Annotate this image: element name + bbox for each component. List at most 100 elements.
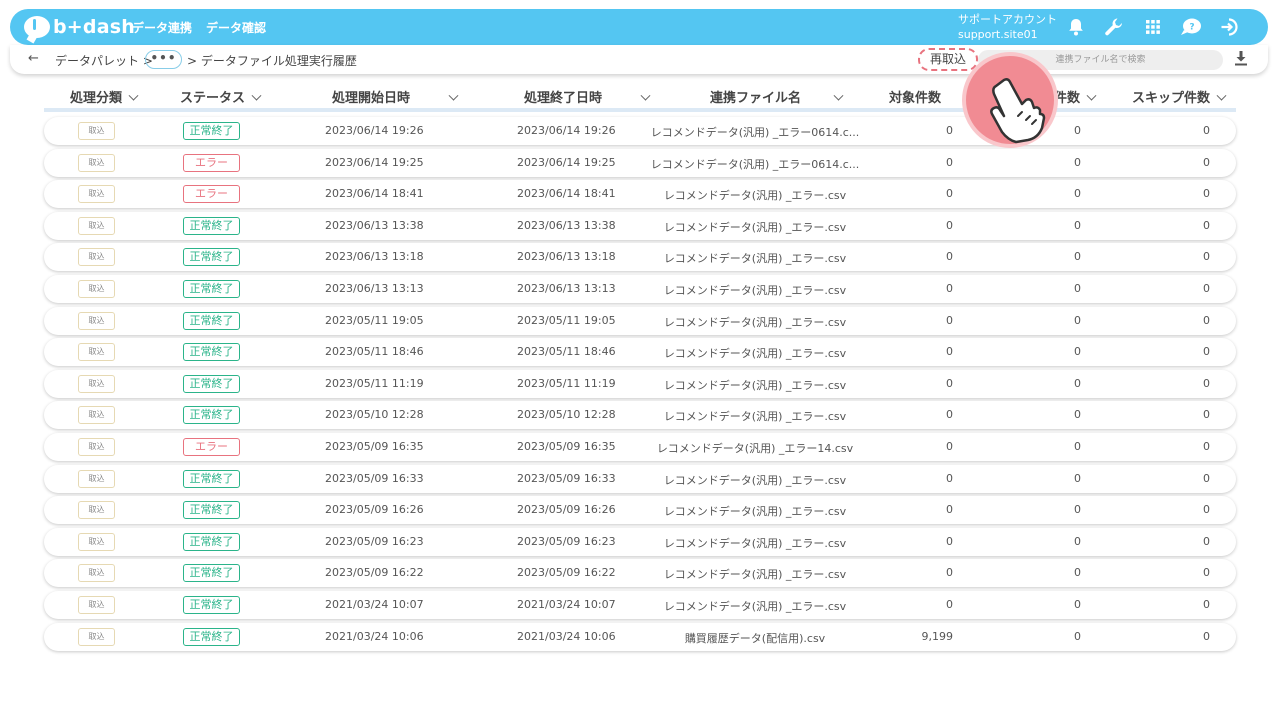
column-header-file-name[interactable]: 連携ファイル名 <box>710 87 844 106</box>
column-header-count[interactable]: 件数 <box>1054 87 1097 106</box>
process-type-badge: 取込 <box>78 122 115 140</box>
count-cell: 0 <box>1074 629 1081 643</box>
status-badge: 正常終了 <box>183 280 240 298</box>
table-row[interactable]: 取込 エラー 2023/06/14 18:41 2023/06/14 18:41 レコメ… <box>44 180 1236 209</box>
download-icon[interactable] <box>1234 50 1250 68</box>
nav-data-integration[interactable]: データ連携 <box>132 19 192 36</box>
end-time-cell: 2023/06/14 19:26 <box>517 124 616 137</box>
target-count-cell: 0 <box>946 155 953 169</box>
skip-count-cell: 0 <box>1203 566 1210 580</box>
target-count-cell: 0 <box>946 250 953 264</box>
back-arrow-icon[interactable]: ← <box>28 51 39 66</box>
count-cell: 0 <box>1074 282 1081 295</box>
target-count-cell: 0 <box>946 124 953 137</box>
process-type-badge: 取込 <box>78 280 115 298</box>
start-time-cell: 2023/05/09 16:26 <box>325 503 424 517</box>
skip-count-cell: 0 <box>1203 218 1210 232</box>
logout-icon[interactable] <box>1218 15 1242 39</box>
process-type-badge: 取込 <box>78 627 115 646</box>
chevron-down-icon <box>640 90 651 101</box>
hand-pointer-icon <box>962 52 1058 148</box>
skip-count-cell: 0 <box>1203 471 1210 485</box>
chat-icon[interactable]: ? <box>1179 15 1203 39</box>
count-cell: 0 <box>1074 218 1081 232</box>
account-name: サポートアカウント <box>958 13 1057 26</box>
count-cell: 0 <box>1074 503 1081 517</box>
table-row[interactable]: 取込 正常終了 2021/03/24 10:07 2021/03/24 10:07 レコ… <box>44 591 1236 619</box>
end-time-cell: 2023/06/13 13:18 <box>517 250 616 264</box>
status-badge: エラー <box>183 438 240 456</box>
skip-count-cell: 0 <box>1203 124 1210 137</box>
logo-bubble-icon <box>24 16 50 38</box>
table-row[interactable]: 取込 正常終了 2023/05/11 18:46 2023/05/11 18:46 レコ… <box>44 338 1236 367</box>
breadcrumb-more-button[interactable]: ••• <box>145 50 182 69</box>
start-time-cell: 2023/06/13 13:18 <box>325 250 424 264</box>
table-row[interactable]: 取込 正常終了 2023/06/13 13:38 2023/06/13 13:38 レコ… <box>44 211 1236 240</box>
status-badge: 正常終了 <box>183 627 240 646</box>
app-logo[interactable]: b+dash <box>24 15 135 39</box>
grid-icon[interactable] <box>1141 15 1165 39</box>
chevron-down-icon <box>251 90 262 101</box>
top-navigation-bar: b+dash データ連携 データ確認 サポートアカウント support.sit… <box>10 9 1268 45</box>
table-row[interactable]: 取込 エラー 2023/06/14 19:25 2023/06/14 19:25 レコメ… <box>44 148 1236 177</box>
nav-data-check[interactable]: データ確認 <box>206 19 266 36</box>
start-time-cell: 2023/05/09 16:22 <box>325 566 424 580</box>
skip-count-cell: 0 <box>1203 313 1210 327</box>
count-cell: 0 <box>1074 566 1081 580</box>
count-cell: 0 <box>1074 598 1081 611</box>
target-count-cell: 0 <box>946 282 953 295</box>
table-row[interactable]: 取込 エラー 2023/05/09 16:35 2023/05/09 16:35 レコメ… <box>44 433 1236 461</box>
wrench-icon[interactable] <box>1102 15 1126 39</box>
process-type-badge: 取込 <box>78 438 115 456</box>
file-name-cell: レコメンドデータ(汎用) _エラー.csv <box>663 189 847 203</box>
process-type-badge: 取込 <box>78 564 115 583</box>
table-row[interactable]: 取込 正常終了 2023/05/11 19:05 2023/05/11 19:05 レコ… <box>44 306 1236 335</box>
start-time-cell: 2021/03/24 10:07 <box>325 598 424 611</box>
table-row[interactable]: 取込 正常終了 2021/03/24 10:06 2021/03/24 10:06 購買… <box>44 622 1236 651</box>
file-name-cell: レコメンドデータ(汎用) _エラー14.csv <box>656 442 854 455</box>
file-name-cell: レコメンドデータ(汎用) _エラー0614.c... <box>650 126 860 139</box>
count-cell: 0 <box>1074 471 1081 485</box>
chevron-down-icon <box>1216 90 1227 101</box>
bell-icon[interactable] <box>1064 15 1088 39</box>
column-header-status[interactable]: ステータス <box>180 87 262 106</box>
table-row[interactable]: 取込 正常終了 2023/05/09 16:22 2023/05/09 16:22 レコ… <box>44 559 1236 588</box>
breadcrumb-bar: ← データパレット > ••• > データファイル処理実行履歴 再取込 <box>10 45 1268 74</box>
table-row[interactable]: 取込 正常終了 2023/06/14 19:26 2023/06/14 19:26 レコ… <box>44 117 1236 145</box>
chevron-down-icon <box>833 90 844 101</box>
table-row[interactable]: 取込 正常終了 2023/05/10 12:28 2023/05/10 12:28 レコ… <box>44 401 1236 430</box>
breadcrumb-data-palette[interactable]: データパレット > <box>55 52 153 69</box>
table-row[interactable]: 取込 正常終了 2023/05/11 11:19 2023/05/11 11:19 レコ… <box>44 369 1236 398</box>
skip-count-cell: 0 <box>1203 629 1210 643</box>
table-row[interactable]: 取込 正常終了 2023/05/09 16:33 2023/05/09 16:33 レコ… <box>44 464 1236 493</box>
file-name-cell: レコメンドデータ(汎用) _エラー.csv <box>663 347 847 361</box>
status-badge: 正常終了 <box>183 406 240 425</box>
table-row[interactable]: 取込 正常終了 2023/05/09 16:23 2023/05/09 16:23 レコ… <box>44 527 1236 556</box>
end-time-cell: 2023/05/09 16:33 <box>517 471 616 485</box>
table-row[interactable]: 取込 正常終了 2023/05/09 16:26 2023/05/09 16:26 レコ… <box>44 496 1236 525</box>
column-header-start-time[interactable]: 処理開始日時 <box>332 87 459 106</box>
account-info[interactable]: サポートアカウント support.site01 <box>958 12 1057 42</box>
status-badge: エラー <box>183 153 240 172</box>
column-header-target-count[interactable]: 対象件数 <box>889 87 941 106</box>
process-type-badge: 取込 <box>78 343 115 362</box>
file-name-cell: レコメンドデータ(汎用) _エラー.csv <box>663 536 847 550</box>
end-time-cell: 2021/03/24 10:07 <box>517 598 616 611</box>
file-name-cell: レコメンドデータ(汎用) _エラー.csv <box>663 220 847 234</box>
skip-count-cell: 0 <box>1203 503 1210 517</box>
count-cell: 0 <box>1074 313 1081 327</box>
file-name-cell: レコメンドデータ(汎用) _エラー.csv <box>663 410 847 424</box>
file-name-cell: レコメンドデータ(汎用) _エラー.csv <box>663 284 847 297</box>
column-header-skip-count[interactable]: スキップ件数 <box>1132 87 1227 106</box>
table-row[interactable]: 取込 正常終了 2023/06/13 13:18 2023/06/13 13:18 レコ… <box>44 243 1236 272</box>
file-name-cell: レコメンドデータ(汎用) _エラー.csv <box>663 600 847 613</box>
column-header-process-type[interactable]: 処理分類 <box>70 87 139 106</box>
file-name-cell: レコメンドデータ(汎用) _エラー.csv <box>663 473 847 487</box>
file-name-cell: レコメンドデータ(汎用) _エラー.csv <box>663 378 847 392</box>
column-header-end-time[interactable]: 処理終了日時 <box>524 87 651 106</box>
status-badge: 正常終了 <box>183 501 240 520</box>
target-count-cell: 0 <box>946 566 953 580</box>
start-time-cell: 2023/05/10 12:28 <box>325 408 424 422</box>
end-time-cell: 2023/05/11 19:05 <box>517 313 616 327</box>
table-row[interactable]: 取込 正常終了 2023/06/13 13:13 2023/06/13 13:13 レコ… <box>44 275 1236 303</box>
